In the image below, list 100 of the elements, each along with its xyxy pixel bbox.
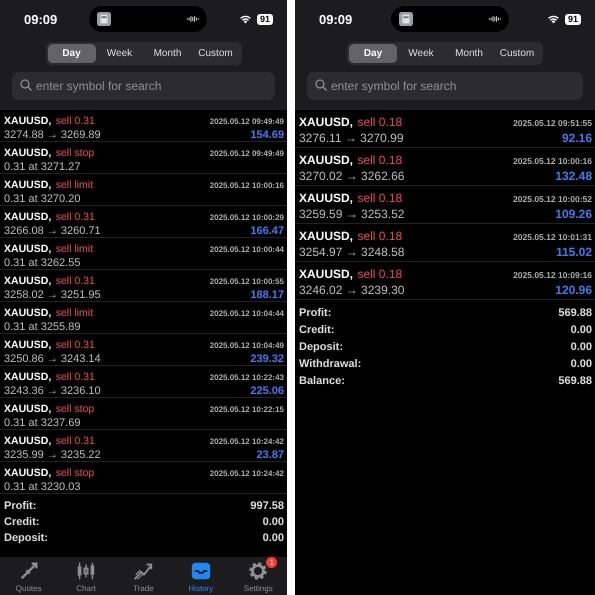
symbol-label: XAUUSD, xyxy=(4,435,52,447)
deal-action: sell limit xyxy=(56,179,94,191)
deal-profit: 109.26 xyxy=(555,207,592,221)
summary-label: Deposit: xyxy=(4,532,48,544)
summary-value: 0.00 xyxy=(570,340,592,352)
search-field[interactable]: enter symbol for search xyxy=(0,69,287,110)
battery-level: 91 xyxy=(564,14,581,24)
symbol-label: XAUUSD, xyxy=(4,403,52,415)
tab-bar-item[interactable]: Chart xyxy=(60,557,112,595)
deal-profit: 120.96 xyxy=(555,283,592,297)
battery-level: 91 xyxy=(256,14,273,24)
summary-value: 997.58 xyxy=(250,500,284,512)
summary-value: 569.88 xyxy=(558,374,592,386)
summary-label: Credit: xyxy=(299,324,334,336)
deal-action: sell 0.31 xyxy=(56,211,95,223)
deal-profit: 188.17 xyxy=(250,289,284,301)
summary-value: 0.00 xyxy=(570,324,592,336)
deal-prices: 0.31 at 3270.20 xyxy=(4,193,80,205)
deal-time: 2025.05.12 09:51:55 xyxy=(513,118,592,128)
deal-time: 2025.05.12 10:24:42 xyxy=(210,437,284,446)
symbol-label: XAUUSD, xyxy=(299,267,354,281)
deal-profit: 166.47 xyxy=(250,225,284,237)
period-tab[interactable]: Month xyxy=(445,44,493,63)
deal-action: sell stop xyxy=(56,403,94,415)
deal-time: 2025.05.12 10:04:49 xyxy=(210,341,284,350)
deal-time: 2025.05.12 10:22:43 xyxy=(210,373,284,382)
deal-action: sell 0.18 xyxy=(357,115,402,129)
wifi-icon xyxy=(238,14,252,24)
deal-prices: 3274.88 → 3269.89 xyxy=(4,129,101,141)
deal-time: 2025.05.12 10:09:16 xyxy=(513,270,592,280)
deal-time: 2025.05.12 10:22:15 xyxy=(210,405,284,414)
summary-label: Withdrawal: xyxy=(299,358,362,370)
deal-action: sell 0.18 xyxy=(357,229,402,243)
symbol-label: XAUUSD, xyxy=(299,191,354,205)
deal-profit: 92.16 xyxy=(562,131,592,145)
period-tab[interactable]: Week xyxy=(96,44,144,63)
deal-time: 2025.05.12 09:49:49 xyxy=(210,117,284,126)
period-tab[interactable]: Day xyxy=(48,44,96,63)
tab-bar-item[interactable]: 1 Settings xyxy=(232,557,284,595)
period-tab[interactable]: Custom xyxy=(493,44,541,63)
deal-prices: 0.31 at 3255.89 xyxy=(4,321,80,333)
candlestick-icon xyxy=(75,560,98,582)
symbol-label: XAUUSD, xyxy=(4,467,52,479)
deal-action: sell 0.31 xyxy=(56,371,95,383)
deal-prices: 3270.02 → 3262.66 xyxy=(299,169,404,183)
status-time: 09:09 xyxy=(319,12,352,26)
deal-time: 2025.05.12 10:00:52 xyxy=(513,194,592,204)
deal-prices: 3246.02 → 3239.30 xyxy=(299,283,404,297)
symbol-label: XAUUSD, xyxy=(4,243,52,255)
deal-profit: 239.32 xyxy=(250,353,284,365)
deal-prices: 3235.99 → 3235.22 xyxy=(4,449,101,461)
deal-profit: 225.06 xyxy=(250,385,284,397)
deal-action: sell stop xyxy=(56,467,94,479)
deal-prices: 3266.08 → 3260.71 xyxy=(4,225,101,237)
waveform-icon xyxy=(486,15,501,23)
summary-value: 569.88 xyxy=(558,306,592,318)
notification-badge: 1 xyxy=(266,557,278,568)
period-tab[interactable]: Day xyxy=(349,44,397,63)
app-icon xyxy=(398,12,413,26)
app-icon xyxy=(97,12,112,26)
deal-action: sell 0.18 xyxy=(357,191,402,205)
deal-time: 2025.05.12 09:49:49 xyxy=(210,149,284,158)
deal-action: sell 0.18 xyxy=(357,267,402,281)
period-tab[interactable]: Week xyxy=(397,44,445,63)
tab-bar-item[interactable]: Trade xyxy=(117,557,170,595)
symbol-label: XAUUSD, xyxy=(4,211,52,223)
deal-action: sell limit xyxy=(56,307,94,319)
deal-action: sell 0.31 xyxy=(56,115,95,127)
status-time: 09:09 xyxy=(24,12,58,26)
deal-time: 2025.05.12 10:00:55 xyxy=(210,277,284,286)
symbol-label: XAUUSD, xyxy=(299,153,354,167)
deal-prices: 3254.97 → 3248.58 xyxy=(299,245,404,259)
deal-action: sell stop xyxy=(56,147,94,159)
tab-bar-item[interactable]: History xyxy=(174,557,227,595)
deal-action: sell 0.31 xyxy=(56,339,95,351)
symbol-label: XAUUSD, xyxy=(4,115,52,127)
settings-icon xyxy=(247,560,270,582)
summary-label: Profit: xyxy=(299,306,332,318)
deal-action: sell 0.31 xyxy=(56,435,95,447)
deal-action: sell limit xyxy=(56,243,94,255)
search-field[interactable]: enter symbol for search xyxy=(295,69,595,110)
symbol-label: XAUUSD, xyxy=(4,179,52,191)
deal-time: 2025.05.12 10:01:31 xyxy=(513,232,592,242)
deal-time: 2025.05.12 10:00:16 xyxy=(210,181,284,190)
symbol-label: XAUUSD, xyxy=(4,147,52,159)
summary-label: Credit: xyxy=(4,516,40,528)
deal-time: 2025.05.12 10:24:42 xyxy=(210,469,284,478)
tab-bar-item[interactable]: Quotes xyxy=(2,557,55,595)
deal-prices: 0.31 at 3271.27 xyxy=(4,161,80,173)
deal-profit: 115.02 xyxy=(556,245,592,259)
deal-prices: 0.31 at 3262.55 xyxy=(4,257,80,269)
inbox-icon xyxy=(190,560,212,582)
deal-time: 2025.05.12 10:00:44 xyxy=(210,245,284,254)
symbol-label: XAUUSD, xyxy=(299,229,354,243)
period-tab[interactable]: Month xyxy=(144,44,192,63)
wifi-icon xyxy=(546,14,560,24)
period-tab[interactable]: Custom xyxy=(192,44,240,63)
summary-value: 0.00 xyxy=(570,358,592,370)
deal-time: 2025.05.12 10:00:29 xyxy=(210,213,284,222)
symbol-label: XAUUSD, xyxy=(4,307,52,319)
